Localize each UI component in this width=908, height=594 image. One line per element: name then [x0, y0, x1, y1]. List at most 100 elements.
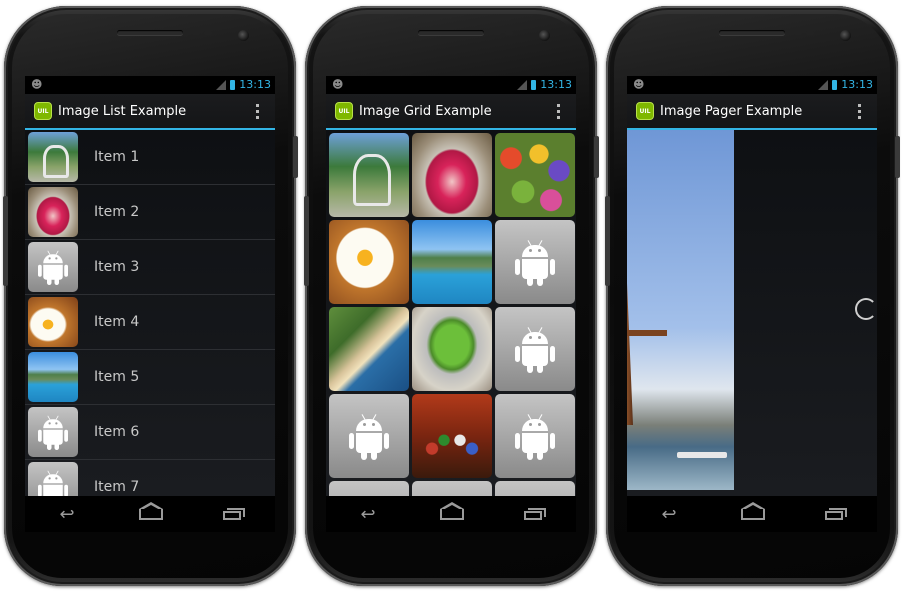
list-item[interactable]: Item 1 — [25, 130, 275, 185]
phone-list: ☻ 13:13 UIL Image List Example Item 1 It… — [3, 6, 298, 586]
thumbnail-image — [28, 242, 78, 292]
android-placeholder-icon — [515, 414, 555, 460]
grid-image[interactable] — [495, 394, 575, 478]
grid-image[interactable] — [329, 307, 409, 391]
battery-icon — [531, 79, 537, 90]
list-item[interactable]: Item 7 — [25, 460, 275, 496]
status-bar: ☻ 13:13 — [326, 76, 576, 94]
power-button — [594, 136, 599, 178]
power-button — [895, 136, 900, 178]
list-item-label: Item 1 — [94, 149, 140, 165]
grid-image[interactable] — [495, 481, 575, 496]
proximity-sensor — [794, 31, 802, 35]
home-icon[interactable] — [741, 501, 765, 520]
home-icon[interactable] — [139, 501, 163, 520]
action-bar: UIL Image Pager Example — [627, 94, 877, 130]
grid-image[interactable] — [412, 133, 492, 217]
earpiece-speaker — [418, 30, 484, 35]
app-icon[interactable]: UIL — [34, 102, 52, 120]
clock: 13:13 — [540, 78, 572, 91]
thumbnail-image — [28, 462, 78, 496]
status-bar: ☻ 13:13 — [25, 76, 275, 94]
image-list[interactable]: Item 1 Item 2 Item 3 Item 4 Item 5 Item … — [25, 130, 275, 496]
list-item[interactable]: Item 5 — [25, 350, 275, 405]
navigation-bar: ↩ — [326, 496, 576, 532]
android-status-icon: ☻ — [332, 78, 344, 91]
clock: 13:13 — [841, 78, 873, 91]
grid-image[interactable] — [329, 220, 409, 304]
list-item-label: Item 2 — [94, 204, 140, 220]
light-sensor — [505, 31, 513, 35]
android-placeholder-icon — [38, 250, 68, 285]
grid-image[interactable] — [412, 481, 492, 496]
grid-image[interactable] — [412, 394, 492, 478]
overflow-menu-icon[interactable] — [256, 104, 259, 119]
android-placeholder-icon — [349, 414, 389, 460]
list-item-label: Item 5 — [94, 369, 140, 385]
recent-apps-icon[interactable] — [223, 508, 245, 520]
battery-icon — [230, 79, 236, 90]
light-sensor — [806, 31, 814, 35]
back-icon[interactable]: ↩ — [649, 504, 689, 525]
volume-button — [304, 196, 309, 286]
navigation-bar: ↩ — [25, 496, 275, 532]
grid-image[interactable] — [495, 307, 575, 391]
back-icon[interactable]: ↩ — [348, 504, 388, 525]
grid-image[interactable] — [412, 220, 492, 304]
grid-image[interactable] — [329, 394, 409, 478]
list-item[interactable]: Item 4 — [25, 295, 275, 350]
proximity-sensor — [493, 31, 501, 35]
grid-image[interactable] — [412, 307, 492, 391]
grid-image[interactable] — [495, 220, 575, 304]
phone-grid: ☻ 13:13 UIL Image Grid Example ↩ — [304, 6, 599, 586]
app-icon[interactable]: UIL — [636, 102, 654, 120]
list-item-label: Item 6 — [94, 424, 140, 440]
volume-button — [605, 196, 610, 286]
loading-spinner-icon — [855, 298, 877, 320]
light-sensor — [204, 31, 212, 35]
signal-icon — [216, 79, 227, 90]
action-bar-title: Image Grid Example — [359, 103, 492, 119]
grid-image[interactable] — [329, 133, 409, 217]
phone-pager: ☻ 13:13 UIL Image Pager Example ↩ — [605, 6, 900, 586]
pager-image[interactable] — [627, 130, 734, 490]
app-icon[interactable]: UIL — [335, 102, 353, 120]
home-icon[interactable] — [440, 501, 464, 520]
android-status-icon: ☻ — [633, 78, 645, 91]
battery-icon — [832, 79, 838, 90]
list-item[interactable]: Item 3 — [25, 240, 275, 295]
front-camera — [539, 30, 550, 41]
thumbnail-image — [28, 297, 78, 347]
grid-image[interactable] — [329, 481, 409, 496]
overflow-menu-icon[interactable] — [557, 104, 560, 119]
earpiece-speaker — [719, 30, 785, 35]
android-placeholder-icon — [38, 470, 68, 496]
power-button — [293, 136, 298, 178]
recent-apps-icon[interactable] — [825, 508, 847, 520]
grid-image[interactable] — [495, 133, 575, 217]
list-item[interactable]: Item 2 — [25, 185, 275, 240]
proximity-sensor — [192, 31, 200, 35]
navigation-bar: ↩ — [627, 496, 877, 532]
recent-apps-icon[interactable] — [524, 508, 546, 520]
thumbnail-image — [28, 132, 78, 182]
overflow-menu-icon[interactable] — [858, 104, 861, 119]
android-status-icon: ☻ — [31, 78, 43, 91]
thumbnail-image — [28, 187, 78, 237]
android-placeholder-icon — [515, 240, 555, 286]
android-placeholder-icon — [515, 327, 555, 373]
image-pager[interactable] — [627, 130, 877, 496]
action-bar-title: Image Pager Example — [660, 103, 803, 119]
signal-icon — [818, 79, 829, 90]
thumbnail-image — [28, 407, 78, 457]
front-camera — [238, 30, 249, 41]
volume-button — [3, 196, 8, 286]
front-camera — [840, 30, 851, 41]
action-bar: UIL Image List Example — [25, 94, 275, 130]
list-item[interactable]: Item 6 — [25, 405, 275, 460]
image-grid[interactable] — [326, 130, 576, 496]
android-placeholder-icon — [38, 415, 68, 450]
back-icon[interactable]: ↩ — [47, 504, 87, 525]
boat-image — [677, 452, 727, 458]
screen: ☻ 13:13 UIL Image Grid Example ↩ — [326, 76, 576, 532]
